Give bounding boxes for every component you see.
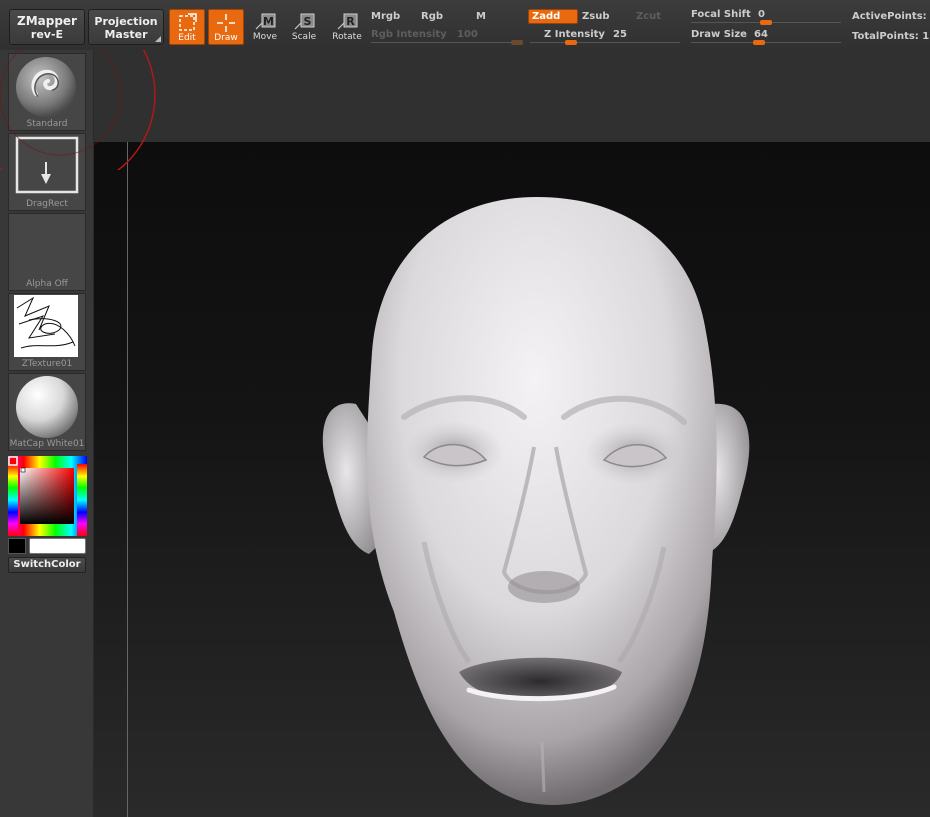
projection-master-button[interactable]: Projection Master (88, 9, 164, 45)
svg-text:M: M (263, 15, 274, 28)
material-slot[interactable]: MatCap White01 (8, 373, 86, 451)
color-picker[interactable] (8, 456, 87, 536)
mrgb-button[interactable]: Mrgb (371, 11, 400, 22)
material-name: MatCap White01 (9, 439, 85, 449)
top-toolbar: ZMapper rev-E Projection Master Edit Dra… (0, 0, 930, 51)
brush-slot[interactable]: Standard (8, 53, 86, 131)
scale-label: Scale (291, 32, 317, 42)
matcap-sphere-icon (16, 376, 78, 438)
move-button[interactable]: M Move (247, 9, 283, 45)
edit-label: Edit (178, 33, 196, 43)
draw-icon (209, 12, 243, 34)
rgb-intensity-value: 100 (457, 29, 478, 40)
draw-size-slider[interactable] (691, 42, 841, 43)
svg-text:S: S (304, 15, 312, 28)
sculpted-head-model[interactable] (94, 142, 930, 817)
secondary-color-swatch[interactable] (8, 538, 26, 554)
texture-slot[interactable]: ZTexture01 (8, 293, 86, 371)
standard-brush-icon (16, 57, 76, 117)
total-points-label: TotalPoints: 1 (852, 31, 930, 42)
alpha-name: Alpha Off (26, 279, 68, 289)
rgb-intensity-knob[interactable] (511, 40, 523, 45)
focal-shift-value: 0 (758, 9, 765, 20)
zadd-button[interactable]: Zadd (528, 9, 578, 24)
scale-button[interactable]: S Scale (286, 9, 322, 45)
zmapper-label: ZMapper (17, 14, 77, 28)
move-icon: M (247, 11, 283, 33)
rotate-icon: R (328, 11, 366, 33)
stroke-name: DragRect (26, 199, 68, 209)
rotate-button[interactable]: R Rotate (328, 9, 366, 45)
draw-size-label: Draw Size (691, 29, 747, 40)
document-canvas[interactable] (94, 142, 930, 817)
zmapper-button[interactable]: ZMapper rev-E (9, 9, 85, 45)
texture-name: ZTexture01 (21, 359, 73, 369)
corner-arrow-icon (155, 36, 161, 42)
switch-color-button[interactable]: SwitchColor (8, 557, 86, 573)
texture-thumbnail-icon (14, 295, 78, 357)
rgb-intensity-slider[interactable] (371, 42, 523, 43)
z-intensity-label: Z Intensity (544, 29, 605, 40)
alpha-slot[interactable]: Alpha Off (8, 213, 86, 291)
draw-size-knob[interactable] (753, 40, 766, 45)
z-intensity-value: 25 (613, 29, 627, 40)
dragrect-stroke-icon (15, 136, 79, 194)
main-color-swatch[interactable] (29, 538, 86, 554)
color-wheel-icon[interactable] (8, 456, 87, 536)
z-intensity-knob[interactable] (564, 40, 577, 45)
active-points-label: ActivePoints: (852, 11, 927, 22)
brush-name: Standard (26, 119, 68, 129)
stroke-slot[interactable]: DragRect (8, 133, 86, 211)
rotate-label: Rotate (332, 32, 362, 42)
svg-text:R: R (346, 15, 355, 28)
rgb-button[interactable]: Rgb (421, 11, 443, 22)
projection-label: Projection (94, 15, 158, 28)
focal-shift-knob[interactable] (760, 20, 772, 25)
canvas-guide-line (127, 142, 128, 817)
zadd-label: Zadd (532, 11, 561, 22)
m-button[interactable]: M (476, 11, 486, 22)
edit-icon (170, 12, 204, 34)
zmapper-version: rev-E (30, 28, 64, 41)
switch-color-label: SwitchColor (13, 559, 81, 570)
scale-icon: S (286, 11, 322, 33)
rgb-intensity-label: Rgb Intensity (371, 29, 447, 40)
draw-label: Draw (214, 33, 238, 43)
move-label: Move (252, 32, 278, 42)
edit-button[interactable]: Edit (169, 9, 205, 45)
viewport-margin (94, 50, 930, 142)
master-label: Master (104, 28, 148, 41)
z-intensity-slider[interactable] (530, 42, 680, 43)
left-shelf: Standard DragRect Alpha Off ZTexture01 M… (0, 50, 94, 817)
focal-shift-label: Focal Shift (691, 9, 751, 20)
draw-button[interactable]: Draw (208, 9, 244, 45)
zsub-button[interactable]: Zsub (582, 11, 609, 22)
draw-size-value: 64 (754, 29, 768, 40)
zcut-button[interactable]: Zcut (636, 11, 661, 22)
